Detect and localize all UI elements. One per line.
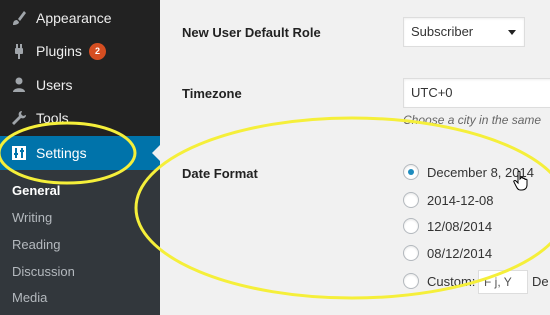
paintbrush-icon [9, 8, 29, 28]
hand-cursor-icon [513, 170, 528, 191]
menu-item-appearance[interactable]: Appearance [0, 1, 160, 35]
date-format-label: Date Format [182, 166, 258, 181]
submenu-item-discussion[interactable]: Discussion [12, 264, 75, 279]
date-format-radio[interactable] [403, 192, 419, 208]
plugins-update-badge: 2 [89, 43, 106, 60]
default-role-select[interactable]: Subscriber [403, 17, 525, 47]
submenu-item-reading[interactable]: Reading [12, 237, 60, 252]
date-format-radio[interactable] [403, 218, 419, 234]
default-role-value: Subscriber [411, 24, 474, 39]
submenu-item-media[interactable]: Media [12, 290, 47, 305]
timezone-value: UTC+0 [411, 85, 453, 100]
submenu-item-writing[interactable]: Writing [12, 210, 52, 225]
date-format-option[interactable]: 12/08/2014 [403, 217, 492, 235]
menu-item-plugins[interactable]: Plugins 2 [0, 34, 160, 68]
date-format-radio[interactable] [403, 245, 419, 261]
admin-sidebar: Appearance Plugins 2 Users Tools Setting… [0, 0, 160, 315]
menu-item-users[interactable]: Users [0, 68, 160, 102]
date-format-option[interactable]: 2014-12-08 [403, 191, 494, 209]
menu-item-settings[interactable]: Settings [0, 136, 160, 170]
sliders-icon [9, 143, 29, 163]
date-format-radio[interactable] [403, 273, 419, 289]
timezone-select[interactable]: UTC+0 [403, 78, 550, 108]
users-icon [9, 75, 29, 95]
chevron-down-icon [508, 30, 516, 35]
plug-icon [9, 41, 29, 61]
wrench-icon [9, 108, 29, 128]
current-menu-arrow [152, 145, 160, 161]
default-role-label: New User Default Role [182, 25, 321, 40]
date-format-option-custom[interactable]: Custom: [403, 272, 475, 290]
menu-item-tools[interactable]: Tools [0, 101, 160, 135]
date-format-radio[interactable] [403, 164, 419, 180]
custom-date-format-input[interactable]: F j, Y [478, 270, 528, 294]
submenu-item-general[interactable]: General [12, 183, 60, 198]
custom-format-preview: De [532, 274, 549, 289]
timezone-description: Choose a city in the same [403, 113, 542, 127]
date-format-option[interactable]: 08/12/2014 [403, 244, 492, 262]
settings-submenu: General Writing Reading Discussion Media [0, 170, 160, 315]
timezone-label: Timezone [182, 86, 242, 101]
general-settings-form: New User Default Role Subscriber Timezon… [160, 0, 550, 315]
